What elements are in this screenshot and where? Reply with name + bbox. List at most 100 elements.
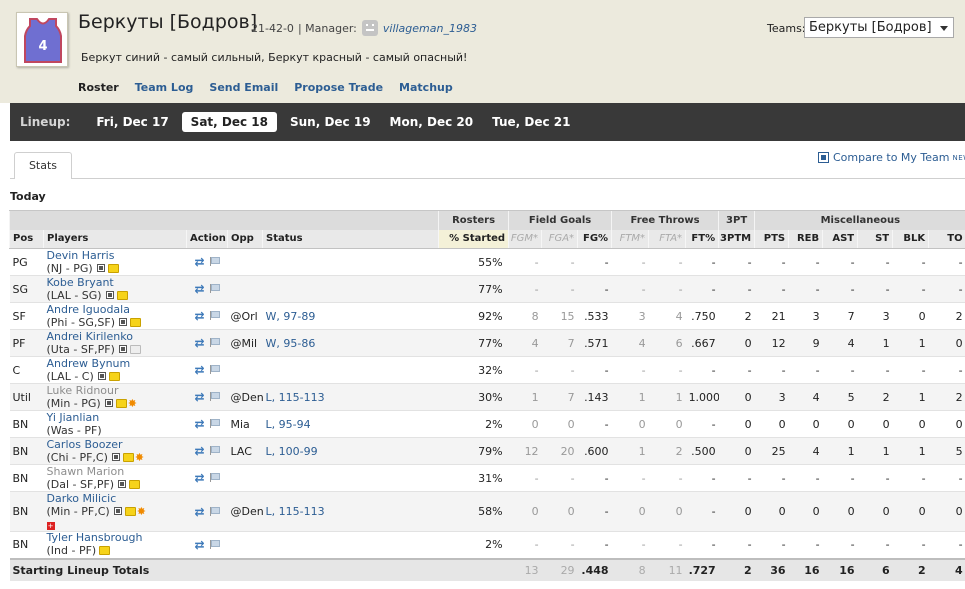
col-ast[interactable]: AST bbox=[822, 229, 858, 249]
col-fgp[interactable]: FG% bbox=[577, 229, 612, 249]
swap-arrows-icon[interactable]: ⇄ bbox=[195, 336, 205, 350]
lineup-day[interactable]: Tue, Dec 21 bbox=[486, 112, 576, 132]
watch-flag-icon[interactable] bbox=[209, 365, 220, 374]
game-status-link[interactable]: W, 95-86 bbox=[266, 337, 316, 350]
player-name-link[interactable]: Andre Iguodala bbox=[47, 303, 184, 316]
player-name-link[interactable]: Devin Harris bbox=[47, 249, 184, 262]
col-ftp[interactable]: FT% bbox=[685, 229, 719, 249]
player-note-icon[interactable] bbox=[97, 372, 106, 380]
row-pos[interactable]: SF bbox=[9, 302, 44, 330]
player-name-link[interactable]: Andrew Bynum bbox=[47, 357, 184, 370]
watch-flag-icon[interactable] bbox=[209, 419, 220, 428]
col-ftm[interactable]: FTM* bbox=[611, 229, 649, 249]
hot-burst-icon[interactable]: ✸ bbox=[128, 398, 139, 409]
watch-flag-icon[interactable] bbox=[209, 311, 220, 320]
swap-arrows-icon[interactable]: ⇄ bbox=[195, 363, 205, 377]
col-st[interactable]: ST bbox=[857, 229, 893, 249]
watch-flag-icon[interactable] bbox=[209, 446, 220, 455]
player-name-link[interactable]: Luke Ridnour bbox=[47, 384, 184, 397]
manager-link[interactable]: villageman_1983 bbox=[383, 22, 477, 35]
lineup-day[interactable]: Mon, Dec 20 bbox=[384, 112, 480, 132]
lineup-day-active[interactable]: Sat, Dec 18 bbox=[181, 112, 277, 132]
col-3ptm[interactable]: 3PTM bbox=[718, 229, 755, 249]
watch-flag-icon[interactable] bbox=[209, 284, 220, 293]
col-to[interactable]: TO bbox=[928, 229, 965, 249]
player-note-icon[interactable] bbox=[119, 318, 128, 326]
game-status-link[interactable]: L, 95-94 bbox=[266, 418, 311, 431]
player-news-icon[interactable] bbox=[107, 263, 119, 273]
col-pts[interactable]: PTS bbox=[754, 229, 789, 249]
player-name-link[interactable]: Carlos Boozer bbox=[47, 438, 184, 451]
team-nav-team-log[interactable]: Team Log bbox=[135, 81, 194, 94]
row-pos[interactable]: PG bbox=[9, 248, 44, 276]
game-status-link[interactable]: W, 97-89 bbox=[266, 310, 316, 323]
player-name-link[interactable]: Darko Milicic bbox=[47, 492, 184, 505]
col-fta[interactable]: FTA* bbox=[648, 229, 686, 249]
row-pos[interactable]: BN bbox=[9, 410, 44, 438]
lineup-day[interactable]: Sun, Dec 19 bbox=[284, 112, 377, 132]
teams-select[interactable]: Беркуты [Бодров] bbox=[804, 17, 954, 38]
player-name-link[interactable]: Tyler Hansbrough bbox=[47, 532, 184, 544]
row-pos[interactable]: SG bbox=[9, 275, 44, 303]
swap-arrows-icon[interactable]: ⇄ bbox=[195, 282, 205, 296]
team-nav-send-email[interactable]: Send Email bbox=[209, 81, 278, 94]
swap-arrows-icon[interactable]: ⇄ bbox=[195, 309, 205, 323]
row-pos[interactable]: C bbox=[9, 356, 44, 384]
watch-flag-icon[interactable] bbox=[209, 506, 220, 516]
row-pos[interactable]: BN bbox=[9, 531, 44, 559]
row-pos[interactable]: BN bbox=[9, 464, 44, 492]
swap-arrows-icon[interactable]: ⇄ bbox=[195, 538, 205, 552]
swap-arrows-icon[interactable]: ⇄ bbox=[195, 444, 205, 458]
player-name-link[interactable]: Shawn Marion bbox=[47, 465, 184, 478]
watch-flag-icon[interactable] bbox=[209, 257, 220, 266]
player-news-icon[interactable] bbox=[129, 479, 141, 489]
swap-arrows-icon[interactable]: ⇄ bbox=[195, 390, 205, 404]
swap-arrows-icon[interactable]: ⇄ bbox=[195, 417, 205, 431]
col-blk[interactable]: BLK bbox=[892, 229, 929, 249]
hot-burst-icon[interactable]: ✸ bbox=[135, 452, 146, 463]
watch-flag-icon[interactable] bbox=[209, 338, 220, 347]
swap-arrows-icon[interactable]: ⇄ bbox=[195, 505, 205, 519]
game-status-link[interactable]: L, 115-113 bbox=[266, 391, 325, 404]
col-fgm[interactable]: FGM* bbox=[508, 229, 542, 249]
row-pos[interactable]: BN bbox=[9, 491, 44, 532]
row-pos[interactable]: Util bbox=[9, 383, 44, 411]
watch-flag-icon[interactable] bbox=[209, 392, 220, 401]
tab-stats[interactable]: Stats bbox=[14, 152, 72, 179]
col-reb[interactable]: REB bbox=[788, 229, 823, 249]
player-news-icon[interactable] bbox=[99, 546, 111, 556]
player-news-icon[interactable] bbox=[108, 371, 120, 381]
player-note-icon[interactable] bbox=[104, 399, 113, 407]
watch-flag-icon[interactable] bbox=[209, 473, 220, 482]
player-name-link[interactable]: Andrei Kirilenko bbox=[47, 330, 184, 343]
col-started[interactable]: % Started bbox=[438, 229, 509, 249]
compare-to-my-team-link[interactable]: Compare to My Team NEW! bbox=[818, 151, 965, 164]
player-note-icon[interactable] bbox=[105, 291, 114, 299]
hot-burst-icon[interactable]: ✸ bbox=[137, 506, 148, 517]
player-note-icon[interactable] bbox=[118, 480, 127, 488]
player-news-icon[interactable] bbox=[129, 344, 141, 354]
row-pos[interactable]: PF bbox=[9, 329, 44, 357]
player-note-icon[interactable] bbox=[113, 507, 122, 515]
player-news-icon[interactable] bbox=[122, 452, 134, 462]
player-note-icon[interactable] bbox=[111, 453, 120, 461]
col-players[interactable]: Players bbox=[43, 229, 187, 249]
player-news-icon[interactable] bbox=[130, 317, 142, 327]
player-news-icon[interactable] bbox=[124, 506, 136, 516]
player-news-icon[interactable] bbox=[116, 290, 128, 300]
watch-flag-icon[interactable] bbox=[209, 539, 220, 549]
swap-arrows-icon[interactable]: ⇄ bbox=[195, 471, 205, 485]
game-status-link[interactable]: L, 100-99 bbox=[266, 445, 318, 458]
game-status-link[interactable]: L, 115-113 bbox=[266, 505, 325, 518]
player-news-icon[interactable] bbox=[115, 398, 127, 408]
swap-arrows-icon[interactable]: ⇄ bbox=[195, 255, 205, 269]
col-pos[interactable]: Pos bbox=[9, 229, 44, 249]
col-fga[interactable]: FGA* bbox=[541, 229, 578, 249]
player-name-link[interactable]: Yi Jianlian bbox=[47, 411, 184, 424]
team-nav-roster[interactable]: Roster bbox=[78, 81, 119, 94]
team-nav-propose-trade[interactable]: Propose Trade bbox=[294, 81, 383, 94]
player-note-icon[interactable] bbox=[118, 345, 127, 353]
lineup-day[interactable]: Fri, Dec 17 bbox=[90, 112, 174, 132]
player-name-link[interactable]: Kobe Bryant bbox=[47, 276, 184, 289]
row-pos[interactable]: BN bbox=[9, 437, 44, 465]
